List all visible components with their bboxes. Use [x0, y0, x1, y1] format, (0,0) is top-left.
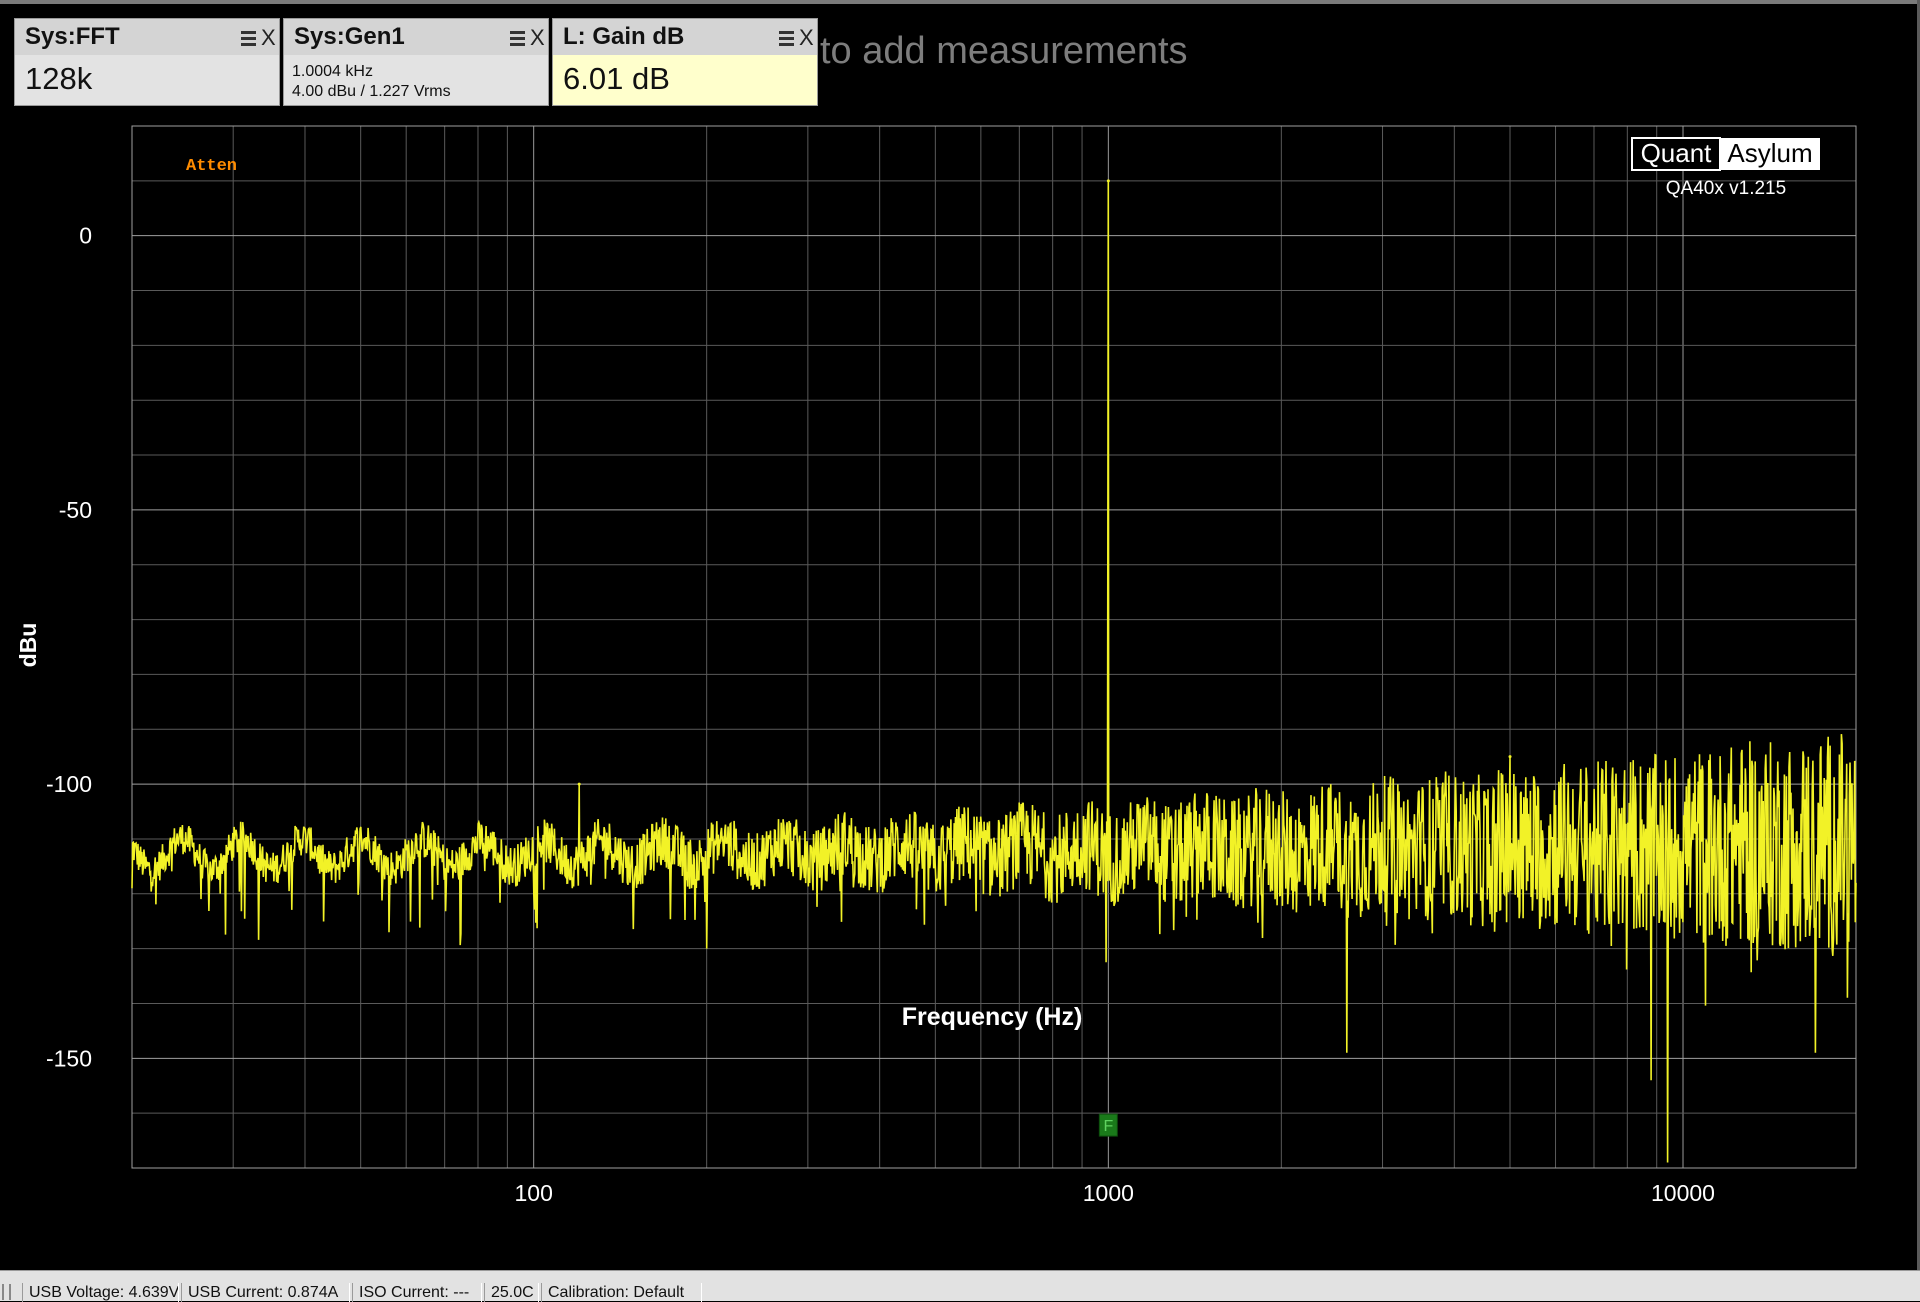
- y-tick-label: -150: [46, 1045, 92, 1071]
- x-tick-label: 10000: [1651, 1180, 1715, 1206]
- close-icon[interactable]: X: [530, 25, 545, 51]
- y-tick-label: -50: [59, 497, 92, 523]
- widget-gain-db[interactable]: L: Gain dB X 6.01 dB: [552, 18, 818, 106]
- version-label: QA40x v1.215: [1666, 178, 1786, 199]
- iso-current: ISO Current: ---: [352, 1283, 482, 1302]
- widget-title: Sys:Gen1: [294, 23, 405, 50]
- x-tick-label: 1000: [1083, 1180, 1134, 1206]
- temperature: 25.0C: [484, 1283, 539, 1302]
- widget-title: Sys:FFT: [25, 23, 120, 50]
- widget-sys-fft[interactable]: Sys:FFT X 128k: [14, 18, 280, 106]
- close-icon[interactable]: X: [261, 25, 276, 51]
- generator-level: 4.00 dBu / 1.227 Vrms: [292, 83, 451, 100]
- hamburger-menu-icon[interactable]: [510, 31, 525, 47]
- generator-frequency: 1.0004 kHz: [292, 63, 373, 80]
- y-tick-label: 0: [79, 223, 92, 249]
- hamburger-menu-icon[interactable]: [779, 31, 794, 47]
- usb-current: USB Current: 0.874A: [181, 1283, 350, 1302]
- logo-quant: Quant: [1641, 138, 1713, 168]
- logo: Quant Asylum QA40x v1.215: [1631, 137, 1820, 199]
- widget-title: L: Gain dB: [563, 23, 685, 50]
- fft-chart[interactable]: 0 -50 -100 -150 100 1000 10000 F Atten Quant As…: [0, 110, 1920, 1270]
- calibration: Calibration: Default: [541, 1283, 702, 1302]
- fundamental-marker-label: F: [1103, 1118, 1113, 1135]
- status-grip-icon: [2, 1284, 11, 1300]
- atten-label: Atten: [186, 157, 237, 176]
- hamburger-menu-icon[interactable]: [241, 31, 256, 47]
- usb-voltage: USB Voltage: 4.639V: [22, 1283, 179, 1302]
- top-border: [0, 0, 1920, 4]
- logo-asylum: Asylum: [1727, 138, 1812, 168]
- x-tick-label: 100: [514, 1180, 552, 1206]
- spectrum-peak: [1508, 755, 1512, 759]
- spectrum-peak: [1106, 179, 1110, 183]
- add-measurements-hint[interactable]: to add measurements: [820, 30, 1188, 73]
- widget-value: 128k: [25, 61, 93, 96]
- x-axis-label: Frequency (Hz): [902, 1003, 1083, 1031]
- y-axis-label: dBu: [15, 623, 41, 668]
- close-icon[interactable]: X: [799, 25, 814, 51]
- y-tick-label: -100: [46, 771, 92, 797]
- widget-value: 6.01 dB: [563, 61, 670, 96]
- status-bar: USB Voltage: 4.639V USB Current: 0.874A …: [0, 1270, 1920, 1302]
- widget-sys-gen1[interactable]: Sys:Gen1 X 1.0004 kHz 4.00 dBu / 1.227 V…: [283, 18, 549, 106]
- spectrum-peak: [577, 782, 581, 786]
